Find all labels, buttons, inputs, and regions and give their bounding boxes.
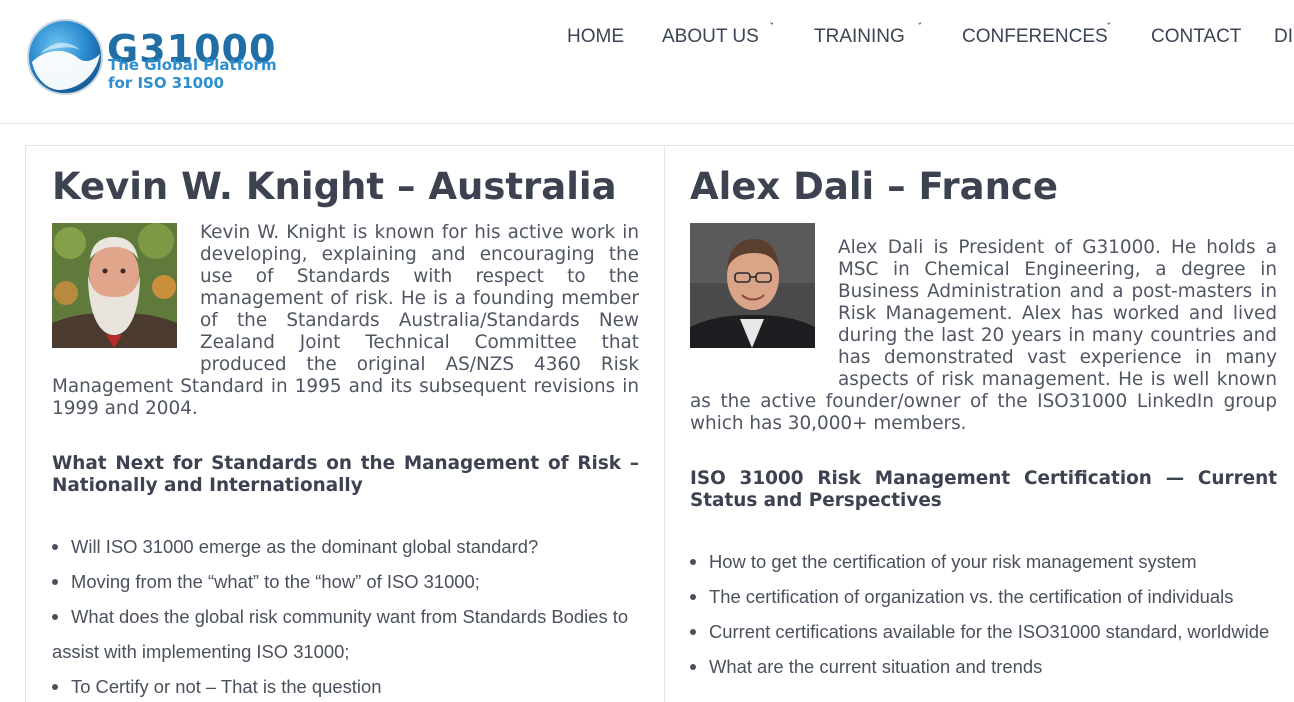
nav-item-training[interactable]: TRAINING (814, 24, 905, 50)
speaker-name: Kevin W. Knight – Australia (52, 165, 617, 208)
nav-item-contact[interactable]: CONTACT (1151, 24, 1241, 50)
talk-title: ISO 31000 Risk Management Certification … (690, 468, 1277, 511)
speaker-card-kevin-knight: Kevin W. Knight – Australia Kevin W. Kni… (25, 145, 665, 702)
main-navigation: HOME ABOUT US ˇ TRAINING ˇ CONFERENCES ˇ… (0, 21, 1294, 50)
nav-item-home[interactable]: HOME (567, 24, 624, 50)
speaker-bio: Alex Dali is President of G31000. He hol… (690, 237, 1277, 435)
site-header: G31000 The Global Platform for ISO 31000… (0, 0, 1294, 124)
list-item-continuation: assist with implementing ISO 31000; (52, 641, 350, 662)
brand-tagline-line1: The Global Platform (108, 56, 277, 74)
speaker-bio: Kevin W. Knight is known for his active … (52, 222, 639, 420)
caret-down-icon[interactable]: ˇ (917, 21, 923, 34)
speaker-card-alex-dali: Alex Dali – France Alex Dali is Presiden… (664, 145, 1294, 702)
list-item: To Certify or not – That is the question (52, 669, 652, 702)
talk-title: What Next for Standards on the Managemen… (52, 453, 639, 496)
nav-item-dis[interactable]: DIS (1274, 24, 1294, 50)
nav-item-about-us[interactable]: ABOUT US (662, 24, 759, 50)
nav-item-conferences[interactable]: CONFERENCES (962, 24, 1108, 50)
list-item: Will ISO 31000 emerge as the dominant gl… (52, 529, 652, 564)
list-item: What does the global risk community want… (52, 599, 652, 634)
caret-down-icon[interactable]: ˇ (769, 21, 775, 34)
list-item: How to get the certification of your ris… (690, 544, 1290, 579)
speaker-name: Alex Dali – France (690, 165, 1058, 208)
brand-tagline-line2: for ISO 31000 (108, 74, 224, 92)
list-item: Moving from the “what” to the “how” of I… (52, 564, 652, 599)
list-item: Current certifications available for the… (690, 614, 1290, 649)
talk-points-list: How to get the certification of your ris… (690, 544, 1290, 684)
caret-down-icon[interactable]: ˇ (1106, 21, 1112, 34)
list-item: What are the current situation and trend… (690, 649, 1290, 684)
list-item: The certification of organization vs. th… (690, 579, 1290, 614)
talk-points-list: Will ISO 31000 emerge as the dominant gl… (52, 529, 652, 702)
